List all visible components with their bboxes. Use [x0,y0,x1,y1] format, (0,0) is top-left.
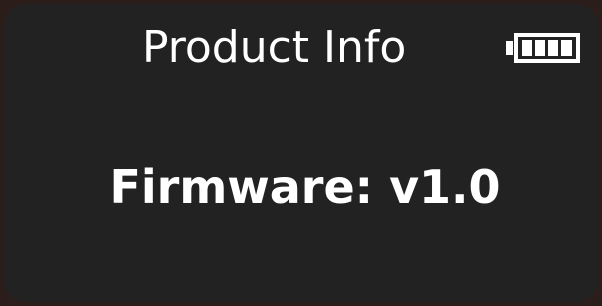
device-screen: Product Info Firmware: v1.0 [4,4,598,302]
firmware-version: v1.0 [389,160,501,214]
firmware-label: Firmware: [109,160,374,214]
page-title: Product Info [142,22,407,73]
battery-full-icon [504,31,588,65]
firmware-info: Firmware: v1.0 [4,154,598,220]
